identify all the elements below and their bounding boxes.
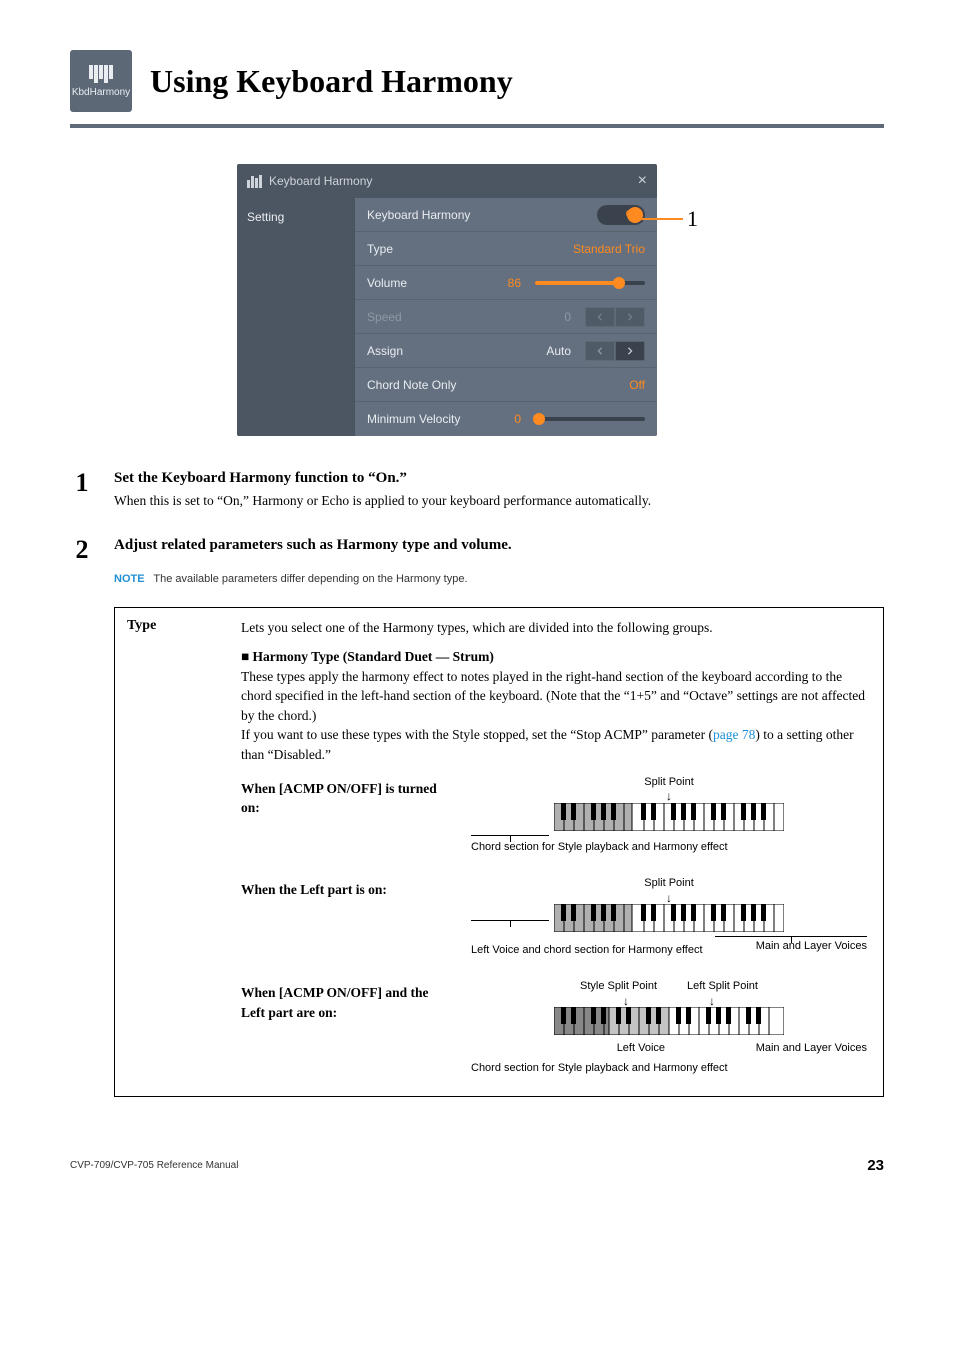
harmony-type-desc: These types apply the harmony effect to …: [241, 667, 867, 765]
type-intro: Lets you select one of the Harmony types…: [241, 618, 867, 638]
row-volume: Volume 86: [355, 266, 657, 300]
note-text: The available parameters differ dependin…: [153, 573, 467, 585]
window-titlebar: Keyboard Harmony ×: [237, 164, 657, 198]
kbd-row1-caption: Chord section for Style playback and Har…: [471, 840, 867, 854]
down-arrow-icon: ↓: [471, 894, 867, 902]
kbd-row2-diagram: Split Point ↓ Main and Layer: [471, 876, 867, 957]
keyboard-icon: [554, 904, 784, 932]
row-min-velocity: Minimum Velocity 0: [355, 402, 657, 436]
kbd-row3-main-layer: Main and Layer Voices: [756, 1041, 867, 1057]
assign-stepper[interactable]: [585, 341, 645, 361]
speed-dec-button: [585, 307, 615, 327]
volume-value: 86: [500, 276, 529, 290]
kbd-row3-caption-bottom: Chord section for Style playback and Har…: [471, 1061, 867, 1075]
minvel-value: 0: [503, 412, 529, 426]
assign-inc-button[interactable]: [615, 341, 645, 361]
callout-number: 1: [687, 206, 698, 232]
assign-dec-button[interactable]: [585, 341, 615, 361]
page-title: Using Keyboard Harmony: [150, 63, 513, 100]
icon-glyph: [89, 65, 113, 83]
step-1-text: When this is set to “On,” Harmony or Ech…: [114, 491, 884, 511]
chord-value: Off: [629, 378, 645, 392]
kh-toggle[interactable]: On: [597, 205, 645, 225]
down-arrow-icon: ↓: [709, 997, 715, 1005]
kbd-harmony-app-icon: KbdHarmony: [70, 50, 132, 112]
type-label: Type: [367, 242, 573, 256]
step-1-heading: Set the Keyboard Harmony function to “On…: [114, 470, 884, 487]
type-table: Type Lets you select one of the Harmony …: [114, 607, 884, 1097]
callout-line: [629, 218, 683, 220]
note-line: NOTE The available parameters differ dep…: [114, 573, 884, 585]
settings-sidebar: Setting: [237, 198, 355, 436]
kbd-row1-splitpoint: Split Point: [471, 775, 867, 791]
row-chord-note-only[interactable]: Chord Note Only Off: [355, 368, 657, 402]
note-label: NOTE: [114, 573, 151, 585]
settings-screenshot: Keyboard Harmony × Setting Keyboard Harm…: [237, 164, 657, 436]
kbd-row3-diagram: Style Split Point Left Split Point ↓ ↓: [471, 979, 867, 1076]
kbd-harmony-mini-icon: [247, 174, 263, 188]
icon-label: KbdHarmony: [72, 87, 130, 98]
kh-label: Keyboard Harmony: [367, 208, 597, 222]
keyboard-icon: [554, 803, 784, 831]
sidebar-item-setting[interactable]: Setting: [247, 210, 345, 224]
kbd-row1-label: When [ACMP ON/OFF] is turned on:: [241, 775, 451, 818]
row-type[interactable]: Type Standard Trio: [355, 232, 657, 266]
row-speed: Speed 0: [355, 300, 657, 334]
row-keyboard-harmony: Keyboard Harmony On: [355, 198, 657, 232]
step-2-heading: Adjust related parameters such as Harmon…: [114, 537, 884, 554]
type-value: Standard Trio: [573, 242, 645, 256]
step-1-number: 1: [70, 470, 94, 496]
down-arrow-icon: ↓: [471, 792, 867, 800]
window-title: Keyboard Harmony: [269, 174, 372, 188]
close-icon[interactable]: ×: [638, 172, 647, 190]
assign-label: Assign: [367, 344, 538, 358]
speed-inc-button: [615, 307, 645, 327]
kbd-row2-splitpoint: Split Point: [471, 876, 867, 892]
harmony-type-subheading: Harmony Type (Standard Duet — Strum): [241, 647, 867, 667]
toggle-knob: [627, 207, 643, 223]
speed-label: Speed: [367, 310, 553, 324]
kbd-row3-style-split: Style Split Point: [580, 979, 657, 995]
kbd-row3-left-split: Left Split Point: [687, 979, 758, 995]
footer-page-number: 23: [867, 1157, 884, 1174]
volume-label: Volume: [367, 276, 500, 290]
volume-slider[interactable]: [535, 281, 645, 285]
down-arrow-icon: ↓: [623, 997, 629, 1005]
keyboard-icon: [554, 1007, 784, 1035]
type-col-header: Type: [115, 608, 225, 1096]
speed-value: 0: [553, 310, 579, 324]
step-2-number: 2: [70, 537, 94, 563]
kbd-row1-diagram: Split Point ↓: [471, 775, 867, 855]
header-divider: [70, 124, 884, 128]
chord-label: Chord Note Only: [367, 378, 629, 392]
row-assign: Assign Auto: [355, 334, 657, 368]
minvel-slider[interactable]: [535, 417, 645, 421]
kbd-row3-left-voice: Left Voice: [617, 1041, 665, 1057]
assign-value: Auto: [538, 344, 579, 358]
footer-doc-title: CVP-709/CVP-705 Reference Manual: [70, 1160, 238, 1171]
speed-stepper: [585, 307, 645, 327]
page-ref-link[interactable]: page 78: [713, 727, 755, 742]
kbd-row3-label: When [ACMP ON/OFF] and the Left part are…: [241, 979, 451, 1022]
minvel-label: Minimum Velocity: [367, 412, 503, 426]
kbd-row2-label: When the Left part is on:: [241, 876, 451, 900]
